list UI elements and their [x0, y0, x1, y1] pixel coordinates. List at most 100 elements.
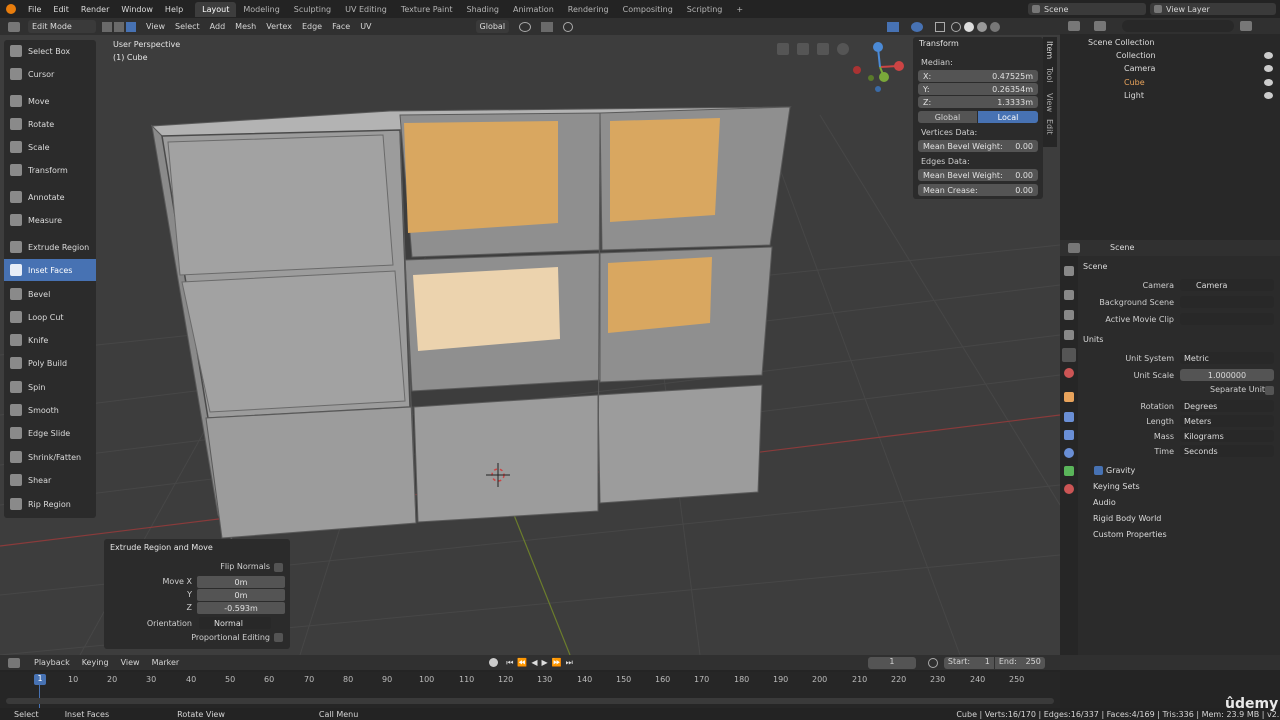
eye-icon[interactable]	[1264, 92, 1273, 99]
jump-end-icon[interactable]: ⏭	[566, 658, 573, 668]
tab-texture-paint[interactable]: Texture Paint	[394, 2, 460, 17]
cube-mesh[interactable]	[150, 106, 792, 541]
custom-properties-section-header[interactable]: Custom Properties	[1093, 530, 1167, 539]
camera-field[interactable]: Camera	[1180, 279, 1274, 291]
render-tab-icon[interactable]	[1064, 290, 1074, 300]
tool-rip-region[interactable]: Rip Region	[4, 493, 96, 515]
move-y-field[interactable]: 0m	[197, 589, 285, 601]
eye-icon[interactable]	[1264, 79, 1273, 86]
timeline-menu-marker[interactable]: Marker	[152, 658, 180, 667]
tool-shrink-fatten[interactable]: Shrink/Fatten	[4, 446, 96, 468]
mean-bevel-weight-vertex-field[interactable]: Mean Bevel Weight: 0.00	[918, 140, 1038, 152]
snap-icon[interactable]	[541, 21, 554, 32]
previous-keyframe-icon[interactable]: ⏪	[517, 658, 527, 667]
display-mode-icon[interactable]	[1094, 21, 1106, 31]
header-menu-vertex[interactable]: Vertex	[266, 22, 292, 31]
tab-modeling[interactable]: Modeling	[236, 2, 286, 17]
menu-window[interactable]: Window	[115, 5, 159, 14]
next-keyframe-icon[interactable]: ⏩	[552, 658, 562, 667]
shading-material-icon[interactable]	[977, 21, 988, 32]
record-icon[interactable]	[489, 658, 499, 667]
units-section-header[interactable]: Units	[1083, 335, 1103, 344]
viewport-gizmo-toggle-icon[interactable]	[887, 21, 900, 32]
start-frame-field[interactable]: Start: 1	[943, 656, 994, 669]
move-x-field[interactable]: 0m	[197, 576, 285, 588]
current-frame-field[interactable]: 1	[867, 656, 916, 669]
header-menu-select[interactable]: Select	[175, 22, 200, 31]
eye-icon[interactable]	[1264, 52, 1273, 59]
transform-panel-title[interactable]: Transform	[919, 39, 959, 48]
orientation-dropdown-op[interactable]: Normal	[199, 617, 271, 629]
tool-shear[interactable]: Shear	[4, 469, 96, 491]
mean-bevel-weight-edge-field[interactable]: Mean Bevel Weight: 0.00	[918, 169, 1038, 181]
tab-scripting[interactable]: Scripting	[680, 2, 730, 17]
tool-scale[interactable]: Scale	[4, 136, 96, 158]
object-tab-icon[interactable]	[1064, 392, 1074, 402]
tab-layout[interactable]: Layout	[195, 1, 237, 17]
shading-solid-icon[interactable]	[964, 21, 975, 32]
play-reverse-icon[interactable]: ◀	[531, 658, 537, 667]
navigation-gizmo[interactable]	[853, 42, 904, 92]
unit-system-dropdown[interactable]: Metric	[1180, 352, 1274, 364]
tool-select-box[interactable]: Select Box	[4, 40, 96, 62]
timeline-track[interactable]: 1 10 20 30 40 50 60 70 80 90 100 110 120…	[0, 672, 1060, 708]
gravity-checkbox[interactable]	[1094, 466, 1103, 475]
xray-icon[interactable]	[935, 21, 946, 32]
header-menu-mesh[interactable]: Mesh	[235, 22, 256, 31]
gravity-section-header[interactable]: Gravity	[1106, 466, 1135, 475]
separate-units-checkbox[interactable]	[1265, 386, 1274, 395]
timeline-menu-playback[interactable]: Playback	[34, 658, 70, 667]
add-workspace-button[interactable]: +	[729, 2, 750, 17]
unit-scale-field[interactable]: 1.000000	[1180, 369, 1274, 381]
editor-type-icon[interactable]	[8, 21, 20, 32]
overlay-toggle-icon[interactable]	[911, 21, 924, 32]
proportional-editing-checkbox[interactable]	[274, 633, 283, 642]
mean-crease-field[interactable]: Mean Crease: 0.00	[918, 184, 1038, 196]
tab-shading[interactable]: Shading	[459, 2, 506, 17]
header-menu-uv[interactable]: UV	[360, 22, 371, 31]
proportional-icon[interactable]	[563, 21, 574, 32]
output-tab-icon[interactable]	[1064, 310, 1074, 320]
menu-help[interactable]: Help	[159, 5, 189, 14]
median-z-field[interactable]: Z: 1.3333m	[918, 96, 1038, 108]
tool-move[interactable]: Move	[4, 90, 96, 112]
tool-rotate[interactable]: Rotate	[4, 113, 96, 135]
orientation-dropdown[interactable]: Global	[475, 20, 510, 33]
tab-animation[interactable]: Animation	[506, 2, 561, 17]
vertex-select-icon[interactable]	[102, 21, 112, 32]
outliner-search-input[interactable]	[1122, 20, 1234, 32]
rigid-body-world-section-header[interactable]: Rigid Body World	[1093, 514, 1161, 523]
clock-icon[interactable]	[927, 657, 938, 668]
header-menu-view[interactable]: View	[146, 22, 165, 31]
modifier-tab-icon[interactable]	[1064, 412, 1074, 422]
shading-rendered-icon[interactable]	[990, 21, 1001, 32]
tool-annotate[interactable]: Annotate	[4, 186, 96, 208]
play-icon[interactable]: ▶	[542, 658, 548, 667]
scene-collection-label[interactable]: Scene Collection	[1088, 38, 1155, 47]
tool-edge-slide[interactable]: Edge Slide	[4, 422, 96, 444]
tab-uv-editing[interactable]: UV Editing	[338, 2, 394, 17]
scene-section-header[interactable]: Scene	[1083, 262, 1107, 271]
outliner-editor-icon[interactable]	[1068, 21, 1080, 31]
eye-icon[interactable]	[1264, 65, 1273, 72]
blender-logo-icon[interactable]	[6, 4, 16, 14]
header-menu-face[interactable]: Face	[332, 22, 350, 31]
tool-transform[interactable]: Transform	[4, 159, 96, 181]
tool-bevel[interactable]: Bevel	[4, 283, 96, 305]
tool-loop-cut[interactable]: Loop Cut	[4, 306, 96, 328]
tool-smooth[interactable]: Smooth	[4, 399, 96, 421]
view-layer-selector[interactable]: View Layer	[1150, 3, 1276, 15]
shading-wireframe-icon[interactable]	[951, 21, 962, 32]
timeline-menu-keying[interactable]: Keying	[82, 658, 109, 667]
header-menu-add[interactable]: Add	[210, 22, 226, 31]
keying-sets-section-header[interactable]: Keying Sets	[1093, 482, 1140, 491]
tool-knife[interactable]: Knife	[4, 329, 96, 351]
tab-item[interactable]: Item	[1045, 41, 1054, 59]
background-scene-field[interactable]	[1180, 296, 1274, 308]
tool-inset-faces[interactable]: Inset Faces	[4, 259, 96, 281]
local-toggle[interactable]: Local	[978, 111, 1038, 123]
pivot-icon[interactable]	[519, 21, 532, 32]
tool-tab-icon[interactable]	[1064, 266, 1074, 276]
filter-icon[interactable]	[1240, 21, 1252, 31]
active-movie-clip-field[interactable]	[1180, 313, 1274, 325]
